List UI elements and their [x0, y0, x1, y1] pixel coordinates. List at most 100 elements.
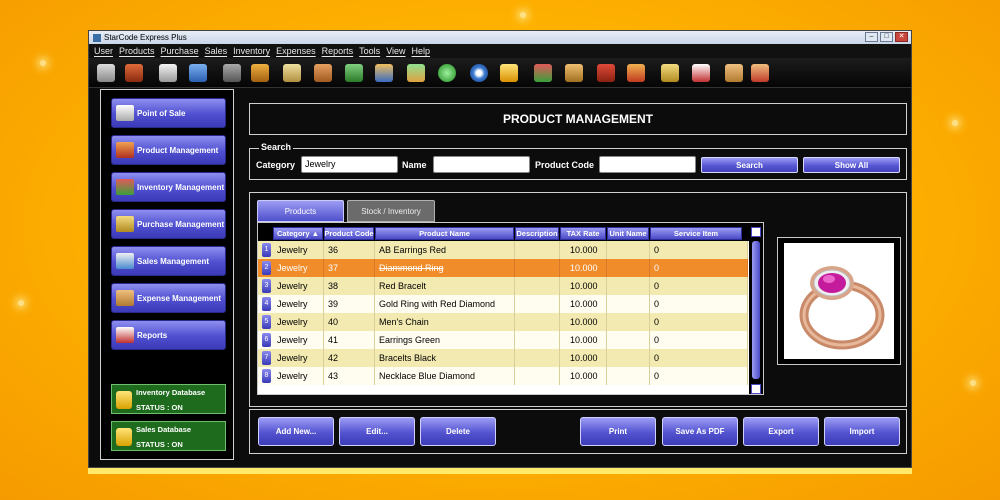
scroll-up-arrow[interactable]	[751, 227, 761, 237]
toolbar	[89, 58, 911, 88]
column-header-tax-rate[interactable]: TAX Rate	[560, 227, 606, 240]
sidebar-item-reports[interactable]: Reports	[111, 320, 226, 350]
close-button[interactable]: ✕	[895, 32, 908, 42]
settings-icon[interactable]	[470, 64, 488, 82]
title-bar: StarCode Express Plus – □ ✕	[89, 31, 911, 44]
exit-icon[interactable]	[125, 64, 143, 82]
folder-export-icon[interactable]	[751, 64, 769, 82]
customers-icon[interactable]	[314, 64, 332, 82]
menu-tools[interactable]: Tools	[356, 44, 383, 58]
row-number[interactable]: 7	[262, 351, 271, 365]
product-code-field[interactable]	[599, 156, 696, 173]
add-new-button[interactable]: Add New...	[258, 417, 334, 446]
menu-products[interactable]: Products	[116, 44, 158, 58]
row-number[interactable]: 1	[262, 243, 271, 257]
column-header-product-code[interactable]: Product Code	[324, 227, 374, 240]
report-icon[interactable]	[692, 64, 710, 82]
cell-tax: 10.000	[560, 295, 607, 313]
green-circle-icon[interactable]	[438, 64, 456, 82]
sidebar-item-label: Sales Management	[137, 256, 210, 266]
table-row[interactable]: 3 Jewelry 38 Red Bracelt 10.000 0	[258, 277, 748, 295]
row-number[interactable]: 3	[262, 279, 271, 293]
column-header-product-name[interactable]: Product Name	[375, 227, 514, 240]
sales-icon	[116, 253, 134, 269]
tab-stock-inventory[interactable]: Stock / Inventory	[347, 200, 435, 222]
database-status: STATUS : ON	[136, 403, 183, 412]
column-header-unit-name[interactable]: Unit Name	[607, 227, 649, 240]
menu-expenses[interactable]: Expenses	[273, 44, 319, 58]
export-button[interactable]: Export	[743, 417, 819, 446]
products-icon[interactable]	[534, 64, 552, 82]
chart-icon[interactable]	[407, 64, 425, 82]
sidebar-item-point-of-sale[interactable]: Point of Sale	[111, 98, 226, 128]
import-button[interactable]: Import	[824, 417, 900, 446]
table-row[interactable]: 2 Jewelry 37 Diammond Ring 10.000 0	[258, 259, 748, 277]
scroll-thumb[interactable]	[752, 241, 760, 379]
folder-icon[interactable]	[725, 64, 743, 82]
purchase-icon[interactable]	[661, 64, 679, 82]
name-label: Name	[402, 160, 427, 170]
cell-name: Diammond Ring	[375, 259, 515, 277]
name-field[interactable]	[433, 156, 530, 173]
table-row[interactable]: 7 Jewelry 42 Bracelts Black 10.000 0	[258, 349, 748, 367]
box-icon[interactable]	[627, 64, 645, 82]
home-icon[interactable]	[189, 64, 207, 82]
row-number[interactable]: 6	[262, 333, 271, 347]
row-number[interactable]: 8	[262, 369, 271, 383]
edit-button[interactable]: Edit...	[339, 417, 415, 446]
cell-unit	[607, 313, 650, 331]
vertical-scrollbar[interactable]	[749, 227, 763, 394]
inventory-icon[interactable]	[565, 64, 583, 82]
minimize-button[interactable]: –	[865, 32, 878, 42]
maximize-button[interactable]: □	[880, 32, 893, 42]
sidebar-item-expense-management[interactable]: Expense Management	[111, 283, 226, 313]
cell-category: Jewelry	[273, 277, 324, 295]
user-icon[interactable]	[223, 64, 241, 82]
sidebar-item-sales-management[interactable]: Sales Management	[111, 246, 226, 276]
cell-service: 0	[650, 331, 748, 349]
table-row[interactable]: 8 Jewelry 43 Necklace Blue Diamond 10.000 0	[258, 367, 748, 385]
menu-purchase[interactable]: Purchase	[158, 44, 202, 58]
menu-inventory[interactable]: Inventory	[230, 44, 273, 58]
pos-icon[interactable]	[159, 64, 177, 82]
scroll-down-arrow[interactable]	[751, 384, 761, 394]
logout-icon[interactable]	[97, 64, 115, 82]
sidebar: Point of Sale Product Management Invento…	[100, 89, 234, 460]
employee-icon[interactable]	[375, 64, 393, 82]
delete-button[interactable]: Delete	[420, 417, 496, 446]
row-number[interactable]: 4	[262, 297, 271, 311]
menu-help[interactable]: Help	[409, 44, 434, 58]
table-row[interactable]: 1 Jewelry 36 AB Earrings Red 10.000 0	[258, 241, 748, 259]
search-button[interactable]: Search	[701, 157, 798, 173]
table-row[interactable]: 5 Jewelry 40 Men's Chain 10.000 0	[258, 313, 748, 331]
sidebar-item-purchase-management[interactable]: Purchase Management	[111, 209, 226, 239]
cart-icon[interactable]	[345, 64, 363, 82]
show-all-button[interactable]: Show All	[803, 157, 900, 173]
column-header-service-item[interactable]: Service Item	[650, 227, 742, 240]
app-icon	[93, 33, 101, 42]
column-header-description[interactable]: Description	[515, 227, 559, 240]
column-header-category[interactable]: Category ▲	[273, 227, 323, 240]
menu-sales[interactable]: Sales	[202, 44, 231, 58]
gift-icon[interactable]	[597, 64, 615, 82]
row-number[interactable]: 5	[262, 315, 271, 329]
sidebar-item-inventory-management[interactable]: Inventory Management	[111, 172, 226, 202]
table-row[interactable]: 6 Jewelry 41 Earrings Green 10.000 0	[258, 331, 748, 349]
menu-reports[interactable]: Reports	[319, 44, 357, 58]
save-as-pdf-button[interactable]: Save As PDF	[662, 417, 738, 446]
table-row[interactable]: 4 Jewelry 39 Gold Ring with Red Diamond 10.0…	[258, 295, 748, 313]
menu-user[interactable]: User	[91, 44, 116, 58]
calendar-icon[interactable]	[283, 64, 301, 82]
product-code-label: Product Code	[535, 160, 595, 170]
sidebar-item-product-management[interactable]: Product Management	[111, 135, 226, 165]
row-number[interactable]: 2	[262, 261, 271, 275]
tab-products[interactable]: Products	[257, 200, 344, 222]
sidebar-item-label: Expense Management	[137, 293, 222, 303]
category-field[interactable]: Jewelry	[301, 156, 398, 173]
print-button[interactable]: Print	[580, 417, 656, 446]
users-org-icon[interactable]	[251, 64, 269, 82]
menu-view[interactable]: View	[383, 44, 408, 58]
cell-code: 43	[324, 367, 375, 385]
cell-service: 0	[650, 277, 748, 295]
database-icon[interactable]	[500, 64, 518, 82]
